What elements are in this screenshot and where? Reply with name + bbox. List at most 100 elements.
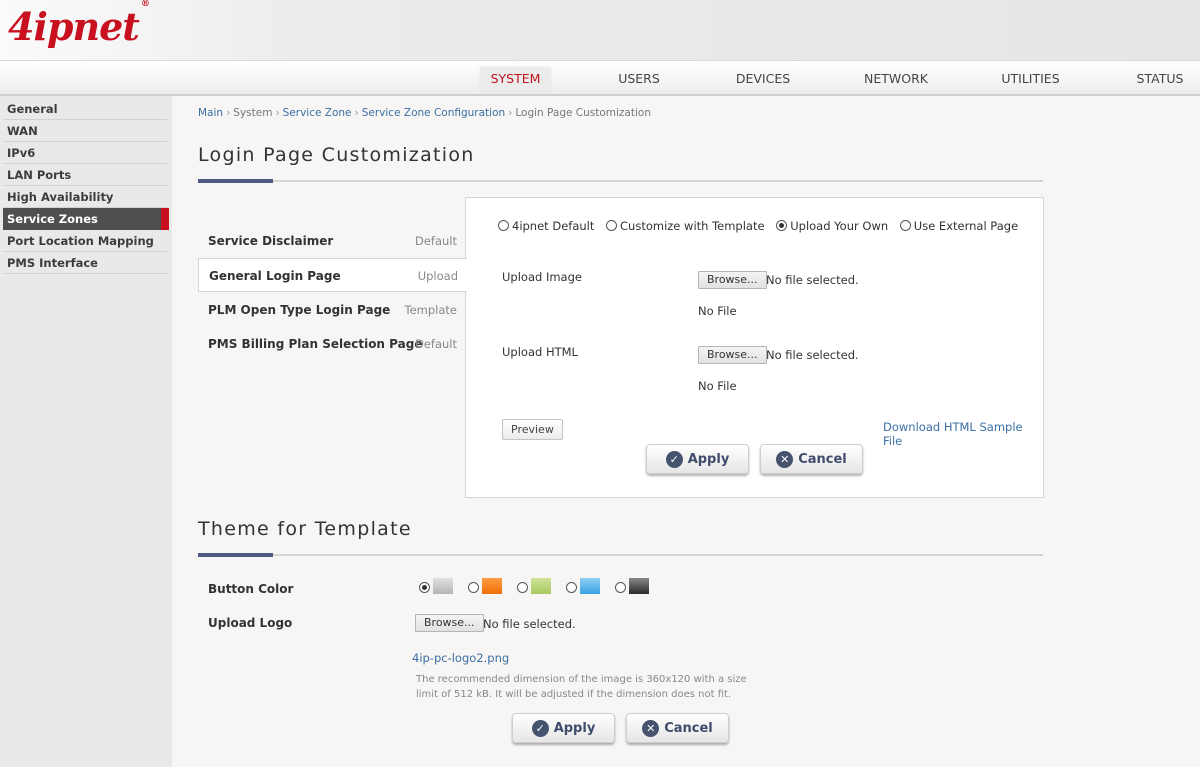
radio-circle[interactable]	[498, 220, 509, 231]
radio-label: Use External Page	[913, 219, 1019, 233]
sidebar-item-port-location-mapping[interactable]: Port Location Mapping	[3, 230, 167, 252]
logo-help-text: The recommended dimension of the image i…	[416, 674, 747, 700]
swatch-black	[629, 578, 650, 594]
tab-service-disclaimer[interactable]: Service Disclaimer Default	[198, 224, 466, 258]
upload-html-browse-button[interactable]: Browse...	[698, 346, 767, 364]
nav-system[interactable]: SYSTEM	[480, 67, 551, 91]
breadcrumb-separator: ›	[226, 107, 231, 119]
apply-button[interactable]: ✓ Apply	[646, 444, 749, 474]
sidebar-item-lan-ports[interactable]: LAN Ports	[3, 164, 167, 186]
sidebar-item-general[interactable]: General	[3, 98, 167, 120]
current-logo-link[interactable]: 4ip-pc-logo2.png	[412, 651, 509, 665]
tab-value: Upload	[417, 269, 458, 283]
upload-logo-browse-button[interactable]: Browse...	[415, 614, 484, 632]
color-radio-black[interactable]	[615, 582, 627, 593]
nav-network[interactable]: NETWORK	[857, 67, 935, 91]
theme-apply-button[interactable]: ✓ Apply	[512, 713, 615, 743]
title-accent	[198, 179, 273, 183]
radio-4ipnet-default[interactable]: 4ipnet Default	[498, 219, 594, 233]
sidebar-item-high-availability[interactable]: High Availability	[3, 186, 167, 208]
radio-label: Upload Your Own	[790, 219, 889, 233]
breadcrumb-system: System	[233, 107, 273, 119]
breadcrumb-service-zone-configuration[interactable]: Service Zone Configuration	[362, 107, 505, 119]
upload-logo-label: Upload Logo	[208, 616, 293, 630]
preview-button[interactable]: Preview	[502, 419, 563, 440]
radio-customize-with-template[interactable]: Customize with Template	[606, 219, 765, 233]
swatch-gray	[433, 578, 453, 594]
breadcrumb-main[interactable]: Main	[198, 107, 223, 119]
upload-image-browse-button[interactable]: Browse...	[698, 271, 767, 289]
title-divider	[198, 179, 1043, 183]
tab-name: PLM Open Type Login Page	[208, 303, 391, 317]
upload-image-file-status: No file selected.	[766, 273, 859, 287]
radio-circle[interactable]	[899, 220, 911, 231]
radio-label: 4ipnet Default	[512, 219, 595, 233]
sidebar-item-wan[interactable]: WAN	[3, 120, 167, 142]
tab-value: Default	[414, 234, 457, 248]
logo-text: 4ipnet	[8, 4, 140, 49]
theme-section-title: Theme for Template	[198, 518, 412, 540]
registered-mark: ®	[140, 0, 150, 10]
breadcrumb: Main › System › Service Zone › Service Zone Co…	[198, 107, 651, 119]
upload-html-file-status: No file selected.	[766, 348, 859, 362]
nav-utilities[interactable]: UTILITIES	[993, 67, 1068, 91]
upload-image-label: Upload Image	[502, 270, 582, 284]
upload-image-current-file: No File	[698, 304, 737, 318]
breadcrumb-separator: ›	[275, 107, 280, 119]
nav-devices[interactable]: DEVICES	[727, 67, 799, 91]
top-nav: SYSTEM USERS DEVICES NETWORK UTILITIES S…	[0, 60, 1200, 96]
brand-logo[interactable]: 4ipnet ®	[8, 0, 150, 49]
radio-circle-selected[interactable]	[776, 220, 788, 231]
active-marker	[161, 208, 169, 230]
button-color-options	[419, 577, 659, 596]
radio-use-external-page[interactable]: Use External Page	[899, 219, 1019, 233]
breadcrumb-separator: ›	[354, 107, 359, 119]
button-color-label: Button Color	[208, 582, 294, 596]
sidebar-item-pms-interface[interactable]: PMS Interface	[3, 252, 167, 274]
breadcrumb-service-zone[interactable]: Service Zone	[283, 107, 352, 119]
color-radio-blue[interactable]	[566, 582, 578, 593]
sidebar-item-service-zones[interactable]: Service Zones	[3, 208, 169, 230]
radio-upload-your-own[interactable]: Upload Your Own	[776, 219, 888, 233]
upload-html-current-file: No File	[698, 379, 737, 393]
color-radio-green[interactable]	[517, 582, 529, 593]
sidebar-item-ipv6[interactable]: IPv6	[3, 142, 167, 164]
tab-value: Template	[404, 303, 457, 317]
upload-html-label: Upload HTML	[502, 345, 578, 359]
tab-plm-open-type-login-page[interactable]: PLM Open Type Login Page Template	[198, 293, 466, 327]
sidebar-item-label: Service Zones	[7, 212, 98, 226]
tab-name: Service Disclaimer	[208, 234, 334, 248]
login-page-settings-panel: 4ipnet Default Customize with Template U…	[465, 197, 1044, 498]
tab-pms-billing-plan-selection-page[interactable]: PMS Billing Plan Selection Page Default	[198, 327, 466, 361]
theme-cancel-button[interactable]: ✕ Cancel	[626, 713, 729, 743]
tab-name: General Login Page	[209, 269, 341, 283]
upload-logo-file-status: No file selected.	[483, 617, 576, 631]
swatch-orange	[482, 578, 503, 594]
color-radio-orange[interactable]	[468, 582, 480, 593]
download-html-sample-link[interactable]: Download HTML Sample File	[883, 420, 1043, 448]
login-mode-radio-group: 4ipnet Default Customize with Template U…	[498, 219, 1026, 233]
tab-general-login-page[interactable]: General Login Page Upload	[198, 258, 467, 292]
nav-users[interactable]: USERS	[605, 67, 673, 91]
check-icon: ✓	[531, 719, 549, 737]
apply-label: Apply	[553, 720, 596, 736]
page-title: Login Page Customization	[198, 144, 475, 166]
cancel-label: Cancel	[664, 720, 713, 736]
swatch-green	[531, 578, 552, 594]
nav-status[interactable]: STATUS	[1128, 67, 1192, 91]
theme-title-divider	[198, 553, 1043, 557]
breadcrumb-separator: ›	[508, 107, 513, 119]
radio-circle[interactable]	[606, 220, 618, 231]
tab-name: PMS Billing Plan Selection Page	[208, 337, 423, 351]
close-icon: ✕	[642, 719, 660, 737]
color-radio-gray[interactable]	[419, 582, 430, 593]
cancel-label: Cancel	[798, 451, 847, 467]
radio-label: Customize with Template	[620, 219, 765, 233]
check-icon: ✓	[665, 450, 683, 468]
cancel-button[interactable]: ✕ Cancel	[760, 444, 863, 474]
breadcrumb-current: Login Page Customization	[515, 107, 651, 119]
header: 4ipnet ®	[0, 0, 1200, 60]
swatch-blue	[580, 578, 601, 594]
close-icon: ✕	[776, 450, 794, 468]
title-accent	[198, 553, 273, 557]
